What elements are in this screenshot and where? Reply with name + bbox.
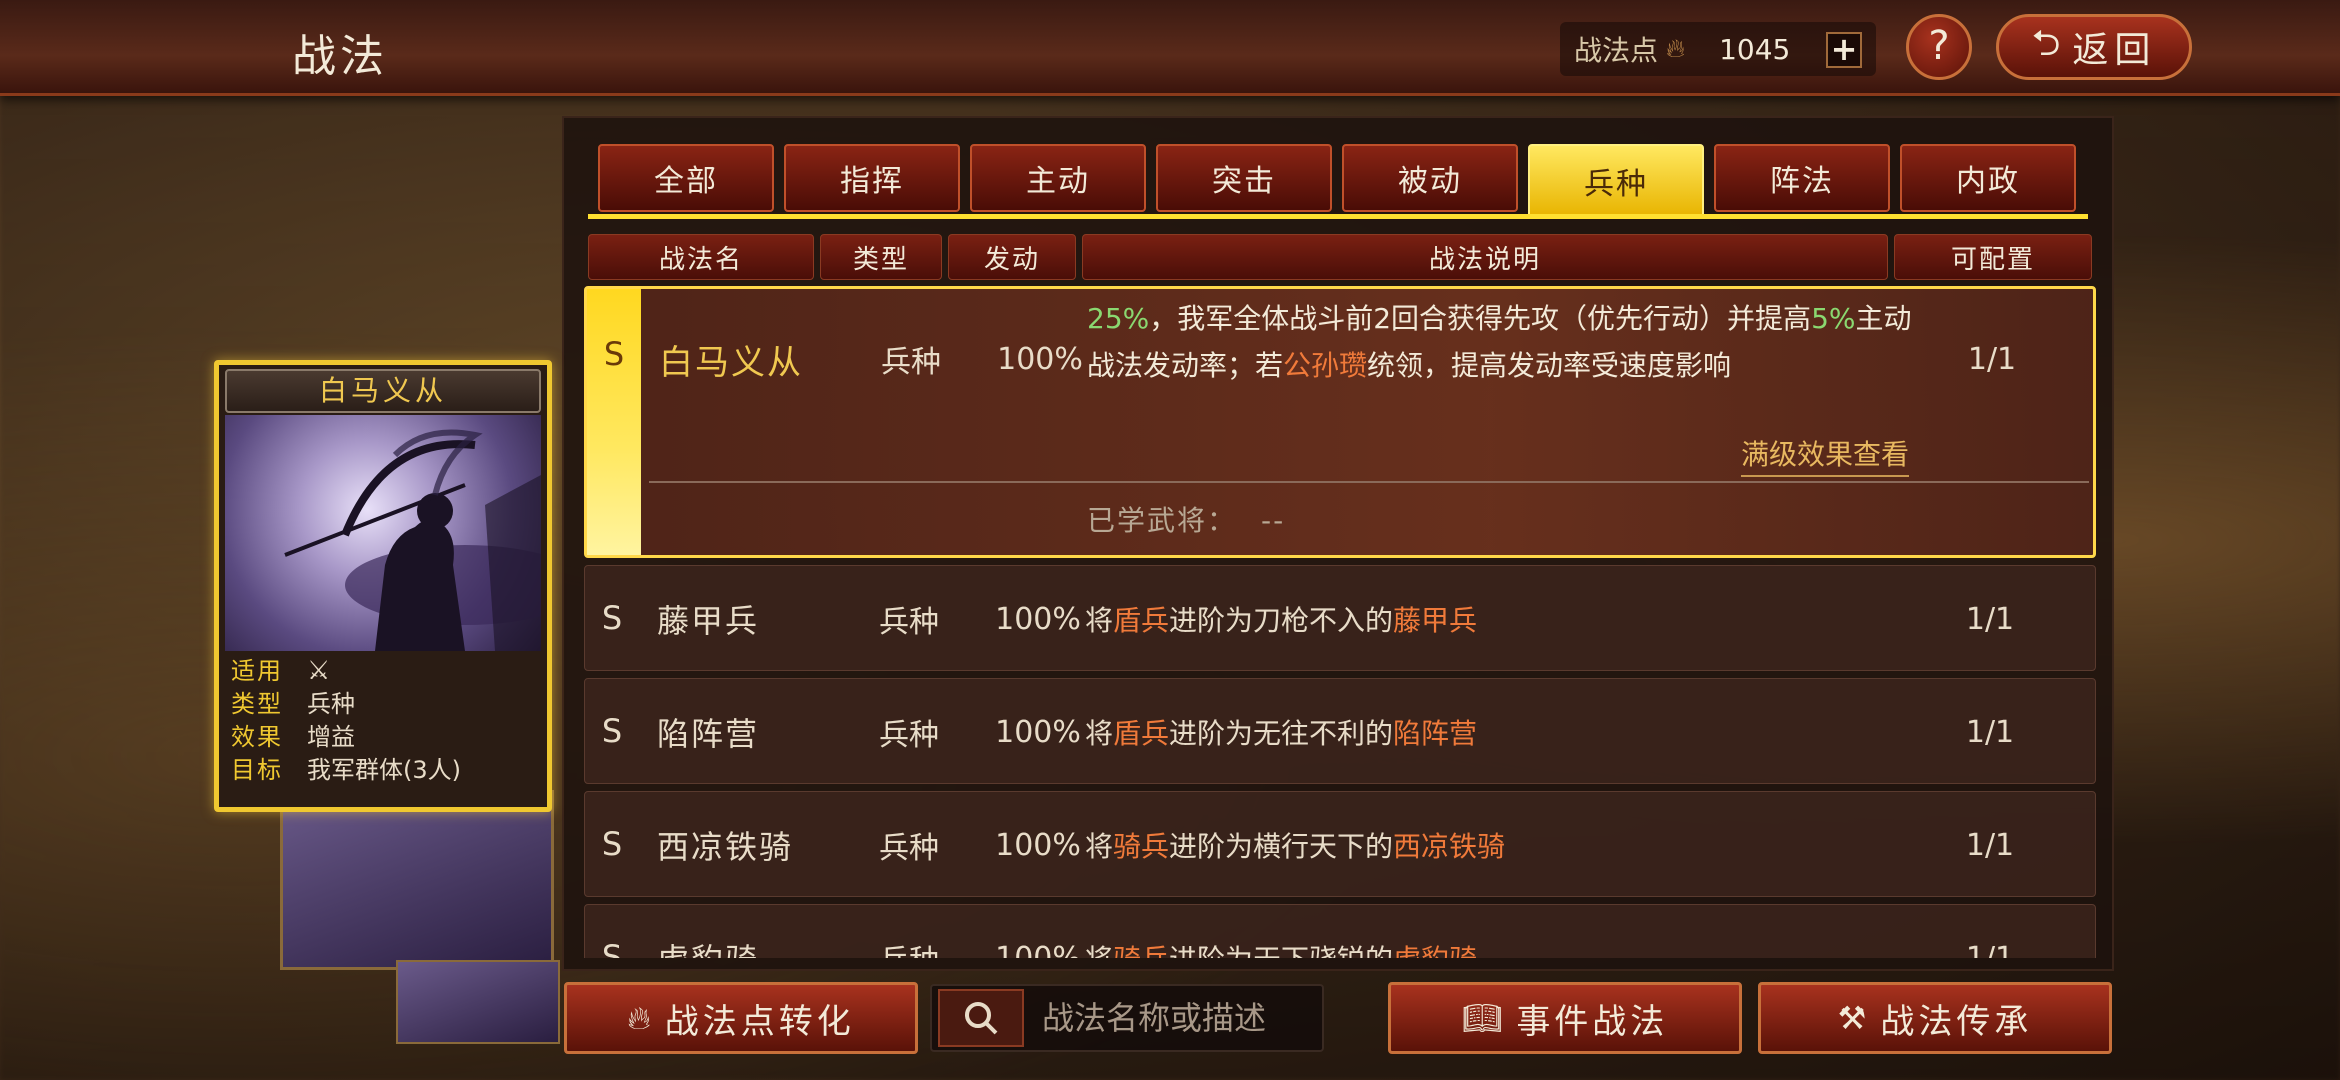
grade-badge: S: [601, 712, 623, 750]
tactic-rate: 100%: [995, 714, 1081, 750]
tactic-description: 将盾兵 进阶为无往不利的 陷阵营: [1085, 717, 1478, 750]
tactic-row[interactable]: S 陷阵营 兵种 100% 将盾兵 进阶为无往不利的 陷阵营 1/1: [584, 678, 2096, 784]
card-info-row: 类型 兵种: [231, 690, 355, 718]
column-header-description: 战法说明: [1082, 234, 1888, 280]
card-info: 适用 ⚔︎ 类型 兵种 效果 增益 目标 我军群体(3人): [225, 655, 541, 787]
inherit-tactics-button[interactable]: ⚒︎ 战法传承: [1758, 982, 2112, 1054]
hammer-icon: ⚒︎: [1837, 999, 1871, 1037]
card-info-row: 目标 我军群体(3人): [231, 756, 461, 784]
full-effect-link[interactable]: 满级效果查看: [1741, 433, 1910, 477]
tactic-detail-card: 白马义从 适用 ⚔︎ 类型 兵种 效果 增益 目标 我军群体(3人): [214, 360, 552, 812]
search-icon[interactable]: [938, 989, 1024, 1047]
card-stack-back: [280, 790, 554, 970]
tactic-name: 虎豹骑: [657, 905, 837, 958]
tab-all[interactable]: 全部: [598, 144, 774, 212]
tactic-type: 兵种: [881, 345, 941, 380]
tactic-row[interactable]: S 藤甲兵 兵种 100% 将盾兵 进阶为刀枪不入的 藤甲兵 1/1: [584, 565, 2096, 671]
tactic-name: 陷阵营: [657, 715, 760, 753]
tactic-description: 25%，我军全体战斗前2回合获得先攻（优先行动）并提高5%主动战法发动率；若公孙…: [1087, 302, 1912, 382]
tactic-name: 西凉铁骑: [657, 828, 794, 866]
add-points-button[interactable]: +: [1826, 32, 1862, 68]
tactic-type: 兵种: [879, 718, 939, 753]
tactic-name: 藤甲兵: [657, 602, 760, 640]
grade-badge: S: [601, 599, 623, 637]
tactics-list[interactable]: S 白马义从 兵种 100% 25%，我军全体战斗前2回合获得先攻（优先行动）并…: [584, 286, 2096, 958]
tab-passive[interactable]: 被动: [1342, 144, 1518, 212]
tactic-name: 白马义从: [659, 342, 803, 383]
card-artwork: [225, 415, 541, 651]
category-tabs: 全部 指挥 主动 突击 被动 兵种 阵法 内政: [598, 144, 2076, 218]
help-button[interactable]: ?: [1906, 14, 1972, 80]
event-book-icon: 📖︎: [1461, 999, 1507, 1037]
grade-badge: S: [601, 938, 623, 958]
tactic-points-display: 战法点 🔥︎ 1045 +: [1560, 22, 1876, 76]
card-title: 白马义从: [225, 369, 541, 413]
tactic-type: 兵种: [879, 605, 939, 640]
tab-domestic[interactable]: 内政: [1900, 144, 2076, 212]
column-header-rate: 发动: [948, 234, 1076, 280]
tactic-description: 将骑兵进阶为天下骁锐的虎豹骑: [1085, 905, 1905, 958]
tab-underline: [588, 214, 2088, 219]
tab-assault[interactable]: 突击: [1156, 144, 1332, 212]
tab-troop-type[interactable]: 兵种: [1528, 144, 1704, 218]
tab-command[interactable]: 指挥: [784, 144, 960, 212]
back-label: 返回: [2072, 30, 2157, 71]
column-headers: 战法名 类型 发动 战法说明 可配置: [588, 234, 2092, 280]
tactic-rate: 100%: [995, 827, 1081, 863]
tactic-row-selected[interactable]: S 白马义从 兵种 100% 25%，我军全体战斗前2回合获得先攻（优先行动）并…: [584, 286, 2096, 558]
tactics-panel: 全部 指挥 主动 突击 被动 兵种 阵法 内政 战法名 类型 发动 战法说明 可…: [562, 116, 2114, 971]
tactic-rate: 100%: [995, 601, 1081, 637]
tab-formation[interactable]: 阵法: [1714, 144, 1890, 212]
grade-badge: S: [587, 289, 641, 555]
tactic-row[interactable]: S 虎豹骑 兵种 100% 将骑兵进阶为天下骁锐的虎豹骑 1/1: [584, 904, 2096, 958]
points-value: 1045: [1719, 32, 1791, 66]
flame-icon: 🔥︎: [627, 998, 655, 1037]
tactic-type: 兵种: [849, 905, 969, 958]
tactic-type: 兵种: [879, 831, 939, 866]
card-info-row: 效果 增益: [231, 723, 355, 751]
tab-active[interactable]: 主动: [970, 144, 1146, 212]
column-header-type: 类型: [820, 234, 942, 280]
tactic-slot: 1/1: [1965, 940, 2015, 959]
crossed-weapons-icon: ⚔︎: [307, 656, 331, 686]
grade-badge: S: [601, 825, 623, 863]
search-box: [930, 984, 1324, 1052]
convert-points-button[interactable]: 🔥︎ 战法点转化: [564, 982, 918, 1054]
card-stack-back: [396, 960, 560, 1044]
event-tactics-button[interactable]: 📖︎ 事件战法: [1388, 982, 1742, 1054]
top-bar: 战法 战法点 🔥︎ 1045 + ? ⮌ 返回: [0, 0, 2340, 96]
tactic-description: 将骑兵 进阶为横行天下的 西凉铁骑: [1085, 830, 1506, 863]
tactic-slot: 1/1: [1965, 714, 2015, 750]
page-title: 战法: [292, 31, 388, 82]
search-input[interactable]: [1042, 993, 1322, 1043]
tactic-slot: 1/1: [1967, 341, 2017, 377]
tactic-description: 将盾兵 进阶为刀枪不入的 藤甲兵: [1085, 604, 1478, 637]
learned-generals: 已学武将： --: [1087, 504, 1286, 537]
tactic-rate: 100%: [995, 940, 1081, 959]
column-header-slot: 可配置: [1894, 234, 2092, 280]
flame-icon: 🔥︎: [1666, 33, 1686, 64]
card-info-row: 适用 ⚔︎: [231, 656, 331, 686]
tactic-rate: 100%: [997, 341, 1083, 377]
divider: [649, 481, 2089, 483]
column-header-name: 战法名: [588, 234, 814, 280]
tactic-slot: 1/1: [1965, 827, 2015, 863]
points-label: 战法点: [1574, 34, 1659, 67]
back-button[interactable]: ⮌ 返回: [1996, 14, 2192, 80]
tactic-slot: 1/1: [1965, 601, 2015, 637]
tactic-row[interactable]: S 西凉铁骑 兵种 100% 将骑兵 进阶为横行天下的 西凉铁骑 1/1: [584, 791, 2096, 897]
back-arrow-icon: ⮌: [2031, 22, 2067, 64]
